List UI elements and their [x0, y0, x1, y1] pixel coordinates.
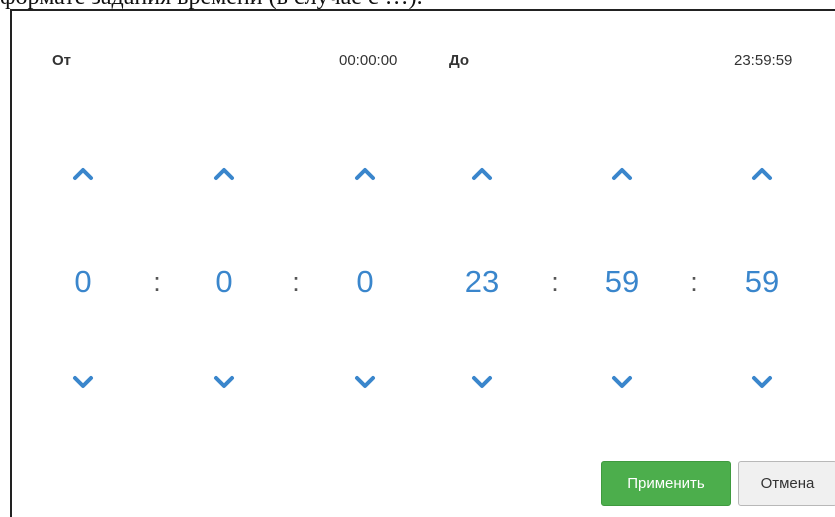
cancel-button[interactable]: Отмена [738, 461, 835, 506]
time-separator: : [690, 267, 698, 297]
from-minutes-increment-button[interactable] [184, 156, 264, 192]
page: формате задания времени (в случае с …). … [0, 0, 835, 517]
chevron-up-icon [355, 168, 375, 180]
chevron-down-icon [472, 376, 492, 388]
time-separator: : [292, 267, 300, 297]
from-seconds-decrement-button[interactable] [325, 364, 405, 400]
to-seconds-decrement-button[interactable] [722, 364, 802, 400]
chevron-down-icon [73, 376, 93, 388]
time-separator: : [153, 267, 161, 297]
from-hours-value[interactable]: 0 [43, 264, 123, 300]
from-minutes-value[interactable]: 0 [184, 264, 264, 300]
chevron-up-icon [73, 168, 93, 180]
chevron-up-icon [472, 168, 492, 180]
from-label: От [52, 52, 72, 69]
from-seconds-value[interactable]: 0 [325, 264, 405, 300]
to-hours-value[interactable]: 23 [442, 264, 522, 300]
from-seconds-column: 0 [325, 156, 405, 406]
apply-button[interactable]: Применить [601, 461, 731, 506]
chevron-up-icon [752, 168, 772, 180]
to-minutes-column: 59 [582, 156, 662, 406]
time-range-picker: От 00:00:00 До 23:59:59 0 : 0 : 0 23: 5… [10, 9, 835, 517]
to-hours-column: 23 [442, 156, 522, 406]
to-label: До [449, 52, 470, 69]
chevron-down-icon [355, 376, 375, 388]
to-hours-increment-button[interactable] [442, 156, 522, 192]
to-time-value: 23:59:59 [734, 52, 793, 69]
chevron-down-icon [214, 376, 234, 388]
from-seconds-increment-button[interactable] [325, 156, 405, 192]
from-hours-increment-button[interactable] [43, 156, 123, 192]
to-seconds-column: 59 [722, 156, 802, 406]
from-minutes-decrement-button[interactable] [184, 364, 264, 400]
to-hours-decrement-button[interactable] [442, 364, 522, 400]
to-minutes-decrement-button[interactable] [582, 364, 662, 400]
chevron-up-icon [214, 168, 234, 180]
chevron-down-icon [612, 376, 632, 388]
to-seconds-value[interactable]: 59 [722, 264, 802, 300]
chevron-down-icon [752, 376, 772, 388]
from-time-value: 00:00:00 [339, 52, 398, 69]
to-minutes-increment-button[interactable] [582, 156, 662, 192]
to-seconds-increment-button[interactable] [722, 156, 802, 192]
from-hours-decrement-button[interactable] [43, 364, 123, 400]
from-minutes-column: 0 [184, 156, 264, 406]
time-separator: : [551, 267, 559, 297]
chevron-up-icon [612, 168, 632, 180]
from-hours-column: 0 [43, 156, 123, 406]
to-minutes-value[interactable]: 59 [582, 264, 662, 300]
